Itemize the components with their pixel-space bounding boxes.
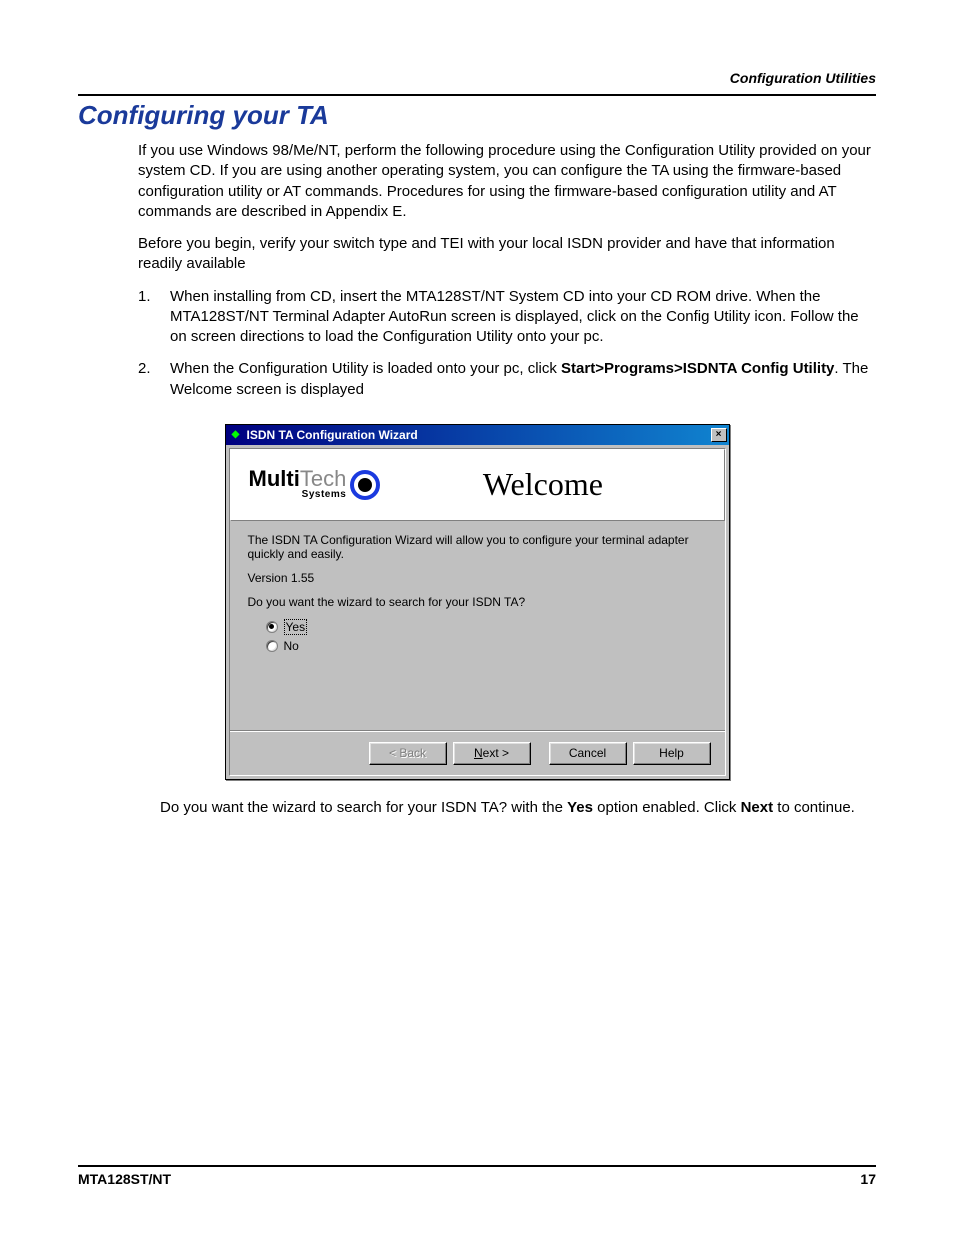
header-section-label: Configuration Utilities [78,70,876,86]
intro-paragraph-1: If you use Windows 98/Me/NT, perform the… [138,141,876,222]
step-2-menu-path: Start>Programs>ISDNTA Config Utility [561,360,834,377]
app-icon: ◆ [228,427,244,443]
footer-rule [78,1165,876,1167]
step-2: 2. When the Configuration Utility is loa… [138,359,876,400]
step-2-number: 2. [138,359,151,379]
footer-model: MTA128ST/NT [78,1171,171,1187]
wizard-button-row: < Back Next > Cancel Help [230,731,725,775]
step-1-number: 1. [138,287,151,307]
logo-circle-icon [350,470,380,500]
note-t2: option enabled. Click [593,799,741,816]
header-rule [78,94,876,96]
note-next: Next [741,799,774,816]
multitech-logo: MultiTech Systems [249,469,381,500]
titlebar[interactable]: ◆ ISDN TA Configuration Wizard × [226,425,729,445]
wizard-dialog: ◆ ISDN TA Configuration Wizard × MultiTe… [225,424,730,780]
radio-no-label: No [284,639,299,653]
radio-yes-label: Yes [284,619,308,635]
cancel-button[interactable]: Cancel [549,742,627,765]
dialog-title: ISDN TA Configuration Wizard [247,428,711,442]
note-t1: Do you want the wizard to search for you… [160,799,567,816]
step-1-text: When installing from CD, insert the MTA1… [170,288,859,346]
step-1: 1. When installing from CD, insert the M… [138,287,876,348]
intro-paragraph-2: Before you begin, verify your switch typ… [138,234,876,275]
post-wizard-note: Do you want the wizard to search for you… [160,798,856,818]
welcome-heading: Welcome [380,466,705,503]
wizard-question: Do you want the wizard to search for you… [248,595,707,609]
radio-no-row[interactable]: No [266,639,707,653]
wizard-version: Version 1.55 [248,571,707,585]
next-button-rest: ext > [483,746,509,760]
page-title: Configuring your TA [78,100,876,131]
logo-bold: Multi [249,466,300,491]
wizard-banner: MultiTech Systems Welcome [230,449,725,521]
page-number: 17 [860,1171,876,1187]
radio-no-dot[interactable] [266,640,278,652]
note-yes: Yes [567,799,593,816]
logo-thin: Tech [300,466,346,491]
next-button[interactable]: Next > [453,742,531,765]
wizard-intro-text: The ISDN TA Configuration Wizard will al… [248,533,707,561]
next-button-accel: N [474,746,483,760]
step-2-text-a: When the Configuration Utility is loaded… [170,360,561,377]
close-button[interactable]: × [711,428,727,442]
radio-yes-dot[interactable] [266,621,278,633]
radio-yes-row[interactable]: Yes [266,619,707,635]
help-button[interactable]: Help [633,742,711,765]
note-t3: to continue. [773,799,855,816]
back-button: < Back [369,742,447,765]
